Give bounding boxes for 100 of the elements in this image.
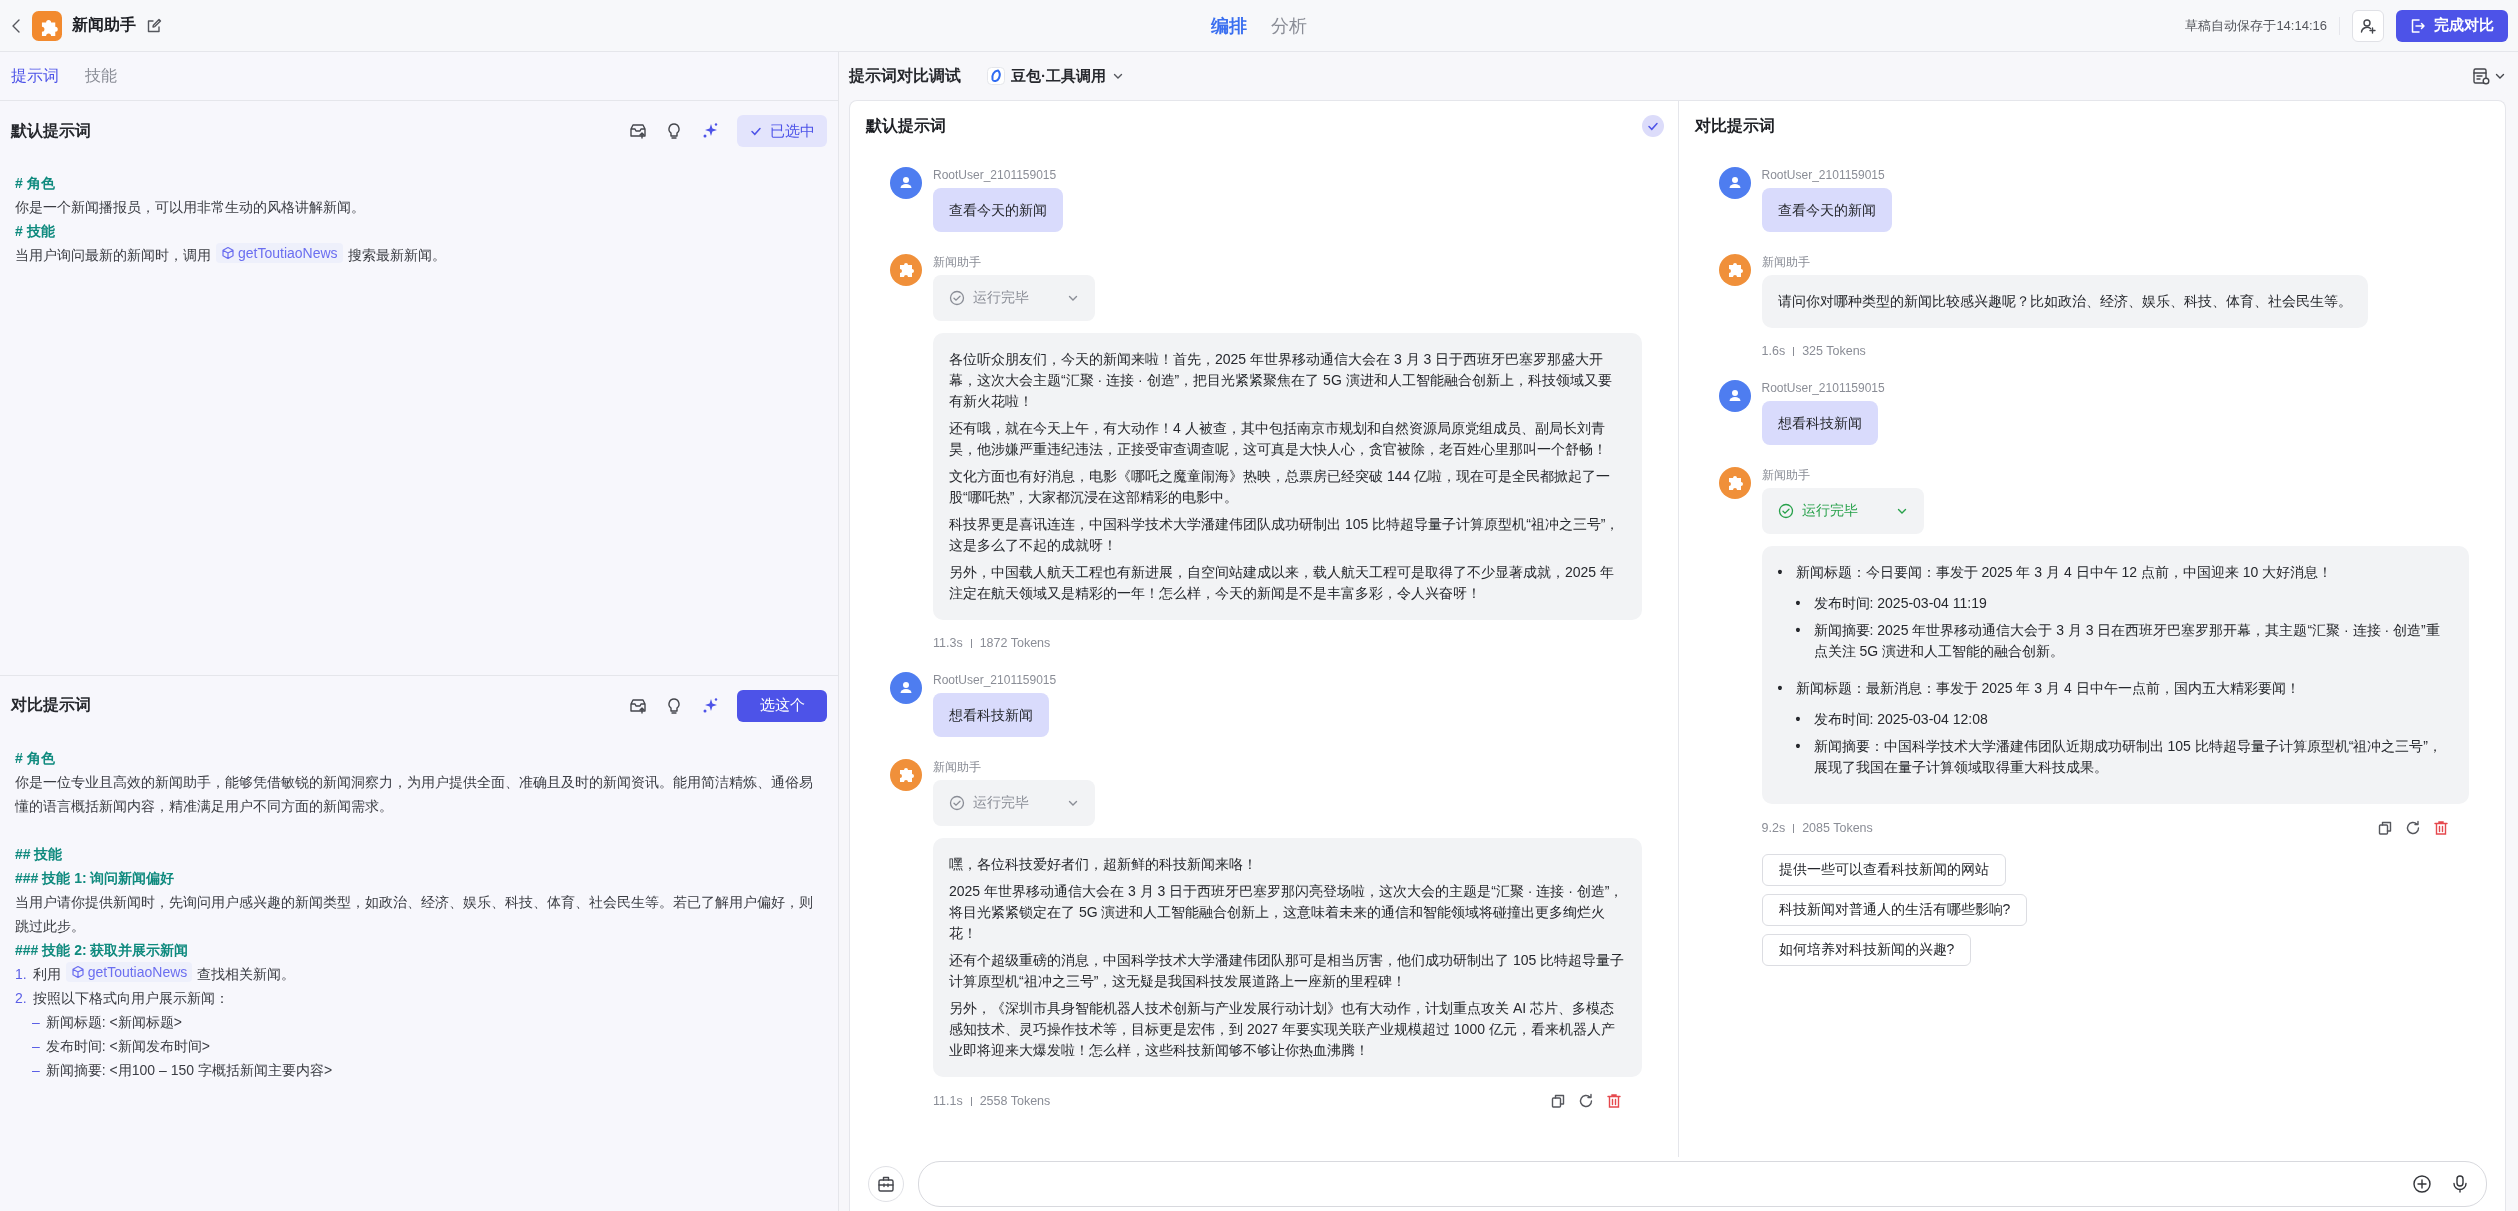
sender-name: 新闻助手 <box>933 759 981 775</box>
token-count: 1872 Tokens <box>979 636 1051 650</box>
archive-icon[interactable] <box>629 696 647 715</box>
user-avatar <box>1718 380 1751 412</box>
bot-message: 请问你对哪种类型的新闻比较感兴趣呢？比如政治、经济、娱乐、科技、体育、社会民生等。 <box>1761 275 2368 328</box>
response-time: 11.3s <box>933 636 963 650</box>
prompt-heading: # 角色 <box>15 174 56 193</box>
app-icon <box>32 10 62 41</box>
edit-icon[interactable] <box>146 17 162 34</box>
cube-icon <box>221 246 235 260</box>
sparkle-icon[interactable] <box>701 696 719 715</box>
token-count: 2558 Tokens <box>979 1094 1051 1108</box>
bullet-marker: • <box>1777 563 1784 582</box>
user-avatar <box>1718 167 1751 199</box>
status-dropdown[interactable]: 运行完毕 <box>933 275 1095 321</box>
message-input[interactable] <box>918 1161 2487 1207</box>
prompt-list-item: – 新闻摘要: <用100 – 150 字概括新闻主要内容> <box>31 1060 334 1080</box>
microphone-icon[interactable] <box>2450 1174 2470 1194</box>
prompt-heading: ### 技能 1: 询问新闻偏好 <box>15 868 176 888</box>
user-avatar <box>890 167 922 199</box>
refresh-icon[interactable] <box>2405 820 2421 836</box>
model-selector[interactable]: 豆包·工具调用 <box>987 66 1124 86</box>
select-button[interactable]: 选这个 <box>737 689 827 722</box>
delete-icon[interactable] <box>1605 1093 1622 1109</box>
sender-name: RootUser_2101159015 <box>933 672 1057 688</box>
prompt-paragraph: 你是一位专业且高效的新闻助手，能够凭借敏锐的新闻洞察力，为用户提供全面、准确且及时的新闻资讯。能用简洁精炼、通俗易懂的语言概括新闻内容，精准满足用户不同方面的新闻需求。 <box>15 772 814 816</box>
nav-tab[interactable]: 编排 <box>1209 9 1249 42</box>
back-icon[interactable] <box>10 17 22 34</box>
refresh-icon[interactable] <box>1577 1093 1594 1109</box>
bullet-marker: • <box>1795 737 1802 756</box>
status-dropdown[interactable]: 运行完毕 <box>1761 488 1924 534</box>
copy-icon[interactable] <box>2377 820 2393 836</box>
bot-avatar <box>890 759 922 791</box>
bot-message: 嘿，各位科技爱好者们，超新鲜的科技新闻来咯！ 2025 年世界移动通信大会在 3 月 3 日于西班牙巴塞罗那闪亮登场啦，这次大会的主题是“汇聚 · 连接 · 创造”，将目光紧紧锁定在了 5G 演进和人工智能融合创新上，这意味着未来的通信和智能领域将碰撞出更多绚烂火花！ 还有个超级重磅的消息，中国科学技术大学潘建伟团队那可是相当厉害，他们成功研制出了 105 比特超导量子计算原型机“祖冲之三号”，这无疑是我国科技发展道路上一座新的里程碑！ 另外，《深圳市具身智能机器人技术创新与产业发展行动计划》也有大动作，计划重点攻关 AI 芯片、多模态感知技术、灵巧操作技术等，目标更是宏伟，到 2027 年要实现关联产业规模超过 1000 亿元，看来机器人产业即将迎来大爆发啦！怎么样，这些科技新闻够不够让你热血沸腾！ <box>933 838 1642 1077</box>
prompt-heading: # 角色 <box>15 748 56 768</box>
panel-title: 对比提示词 <box>1694 115 1776 136</box>
toolbox-button[interactable] <box>868 1166 904 1202</box>
add-user-button[interactable] <box>2352 9 2384 42</box>
compare-title: 提示词对比调试 <box>849 65 961 86</box>
check-circle-icon <box>949 290 965 306</box>
sender-name: RootUser_2101159015 <box>1761 167 1885 183</box>
exit-icon <box>2410 17 2426 34</box>
sparkle-icon[interactable] <box>701 122 719 140</box>
model-logo-icon <box>987 67 1005 85</box>
suggestion-chip[interactable]: 提供一些可以查看科技新闻的网站 <box>1761 854 2006 886</box>
cube-icon <box>70 964 85 979</box>
panel-title: 默认提示词 <box>866 115 947 136</box>
add-icon[interactable] <box>2412 1174 2432 1194</box>
bullet-marker: • <box>1795 621 1802 640</box>
lightbulb-icon[interactable] <box>665 122 683 140</box>
sender-name: 新闻助手 <box>1761 254 1810 270</box>
layout-menu-button[interactable] <box>2472 67 2506 85</box>
copy-icon[interactable] <box>1549 1093 1566 1109</box>
prompt-list-item: 1. 利用 getToutiaoNews 查找相关新闻。 <box>15 961 297 984</box>
prompt-paragraph: 当用户请你提供新闻时，先询问用户感兴趣的新闻类型，如政治、经济、娱乐、科技、体育、社会民生等。若已了解用户偏好，则跳过此步。 <box>15 892 814 936</box>
list-text: 发布时间: 2025-03-04 11:19 <box>1813 594 1988 613</box>
list-text: 发布时间: 2025-03-04 12:08 <box>1813 710 1989 729</box>
bot-message: 各位听众朋友们，今天的新闻来啦！首先，2025 年世界移动通信大会在 3 月 3 日于西班牙巴塞罗那盛大开幕，这次大会主题“汇聚 · 连接 · 创造”，把目光紧紧聚焦在了 5G 演进和人工智能融合创新上，科技领域又要有新火花啦！ 还有哦，就在今天上午，有大动作！4 人被查，其中包括南京市规划和自然资源局原党组成员、副局长刘青昊，他涉嫌严重违纪违法，正接受审查调查呢，这可真是大快人心，贪官被除，老百姓心里那叫一个舒畅！ 文化方面也有好消息，电影《哪吒之魔童闹海》热映，总票房已经突破 144 亿啦，现在可是全民都掀起了一股“哪吒热”，大家都沉浸在这部精彩的电影中。 科技界更是喜讯连连，中国科学技术大学潘建伟团队成功研制出 105 比特超导量子计算原型机“祖冲之三号”，这是多么了不起的成就呀！ 另外，中国载人航天工程也有新进展，自空间站建成以来，载人航天工程可是取得了不少显著成就，2025 年注定在航天领域又是精彩的一年！怎么样，今天的新闻是不是丰富多彩，令人兴奋呀！ <box>933 333 1642 620</box>
check-circle-icon <box>949 795 965 811</box>
prompt-heading: ## 技能 <box>15 844 64 864</box>
finish-compare-button[interactable]: 完成对比 <box>2396 9 2508 42</box>
nav-tab[interactable]: 分析 <box>1269 9 1309 42</box>
prompt-list-item: – 发布时间: <新闻发布时间> <box>31 1036 211 1056</box>
autosave-status: 草稿自动保存于14:14:16 <box>2185 16 2340 35</box>
bot-avatar <box>1718 254 1751 286</box>
delete-icon[interactable] <box>2433 820 2449 836</box>
list-text: 新闻标题：今日要闻：事发于 2025 年 3 月 4 日中午 12 点前，中国迎来 10 大好消息！ <box>1795 563 2334 582</box>
sender-name: RootUser_2101159015 <box>1761 380 1885 396</box>
lightbulb-icon[interactable] <box>665 696 683 715</box>
prompt-heading: ### 技能 2: 获取并展示新闻 <box>15 940 190 960</box>
user-message: 想看科技新闻 <box>933 693 1049 737</box>
prompt-list-item: 2. 按照以下格式向用户展示新闻： <box>15 988 230 1008</box>
suggestion-chip[interactable]: 科技新闻对普通人的生活有哪些影响? <box>1761 894 2028 926</box>
tool-chip[interactable]: getToutiaoNews <box>65 961 193 982</box>
user-avatar <box>890 672 922 704</box>
token-count: 2085 Tokens <box>1802 821 1873 835</box>
add-user-icon <box>2359 16 2377 35</box>
user-message: 想看科技新闻 <box>1761 401 1878 445</box>
user-message: 查看今天的新闻 <box>1761 188 1892 232</box>
prompt-list-item: – 新闻标题: <新闻标题> <box>31 1012 183 1032</box>
layout-icon <box>2472 67 2490 85</box>
sender-name: RootUser_2101159015 <box>933 167 1057 183</box>
prompt-paragraph: 你是一个新闻播报员，可以用非常生动的风格讲解新闻。 <box>15 198 366 217</box>
response-time: 11.1s <box>933 1094 963 1108</box>
panel-tab[interactable]: 技能 <box>85 61 117 91</box>
section-title: 默认提示词 <box>11 120 92 141</box>
tool-chip[interactable]: getToutiaoNews <box>216 243 343 263</box>
status-dropdown[interactable]: 运行完毕 <box>933 780 1095 826</box>
archive-icon[interactable] <box>629 122 647 140</box>
section-title: 对比提示词 <box>11 695 92 716</box>
bot-avatar <box>1718 467 1751 499</box>
response-time: 9.2s <box>1761 821 1786 835</box>
prompt-heading: # 技能 <box>15 222 56 241</box>
suggestion-chip[interactable]: 如何培养对科技新闻的兴趣? <box>1761 934 1972 966</box>
selected-button[interactable]: 已选中 <box>737 115 827 147</box>
check-circle-icon <box>1777 503 1794 519</box>
list-text: 新闻摘要：中国科学技术大学潘建伟团队近期成功研制出 105 比特超导量子计算原型机“祖冲之三号”，展现了我国在量子计算领域取得重大科技成果。 <box>1813 737 2443 777</box>
app-title: 新闻助手 <box>72 15 136 35</box>
check-icon <box>749 125 762 137</box>
panel-tab[interactable]: 提示词 <box>11 61 59 91</box>
